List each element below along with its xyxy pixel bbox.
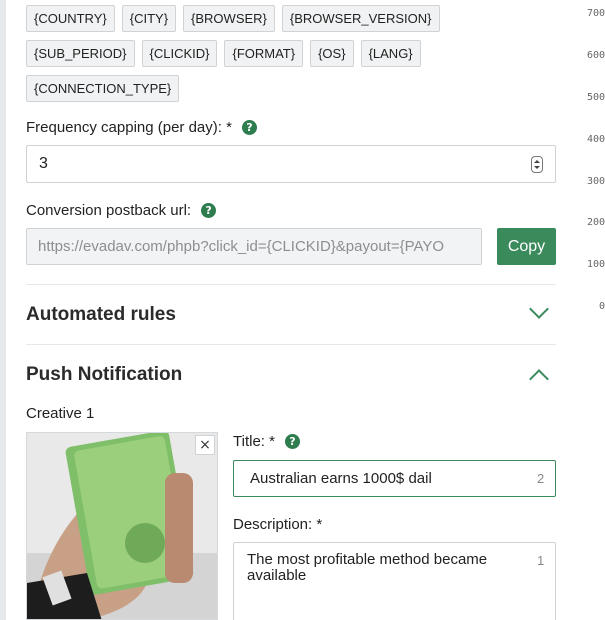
chart-axis-panel: 700 600 500 400 300 200 100 0 — [569, 0, 605, 620]
macro-row: {COUNTRY} {CITY} {BROWSER} {BROWSER_VERSION… — [26, 5, 546, 32]
frequency-capping-label: Frequency capping (per day): * ? — [26, 119, 257, 136]
macro-tags: {COUNTRY} {CITY} {BROWSER} {BROWSER_VERSION… — [26, 5, 546, 110]
automated-rules-header[interactable]: Automated rules — [26, 304, 176, 326]
macro-tag[interactable]: {OS} — [310, 40, 354, 67]
title-label: Title: * ? — [233, 433, 300, 450]
macro-tag[interactable]: {LANG} — [360, 40, 421, 67]
macro-tag[interactable]: {FORMAT} — [224, 40, 304, 67]
title-label-text: Title: * — [233, 433, 275, 450]
creative-label: Creative 1 — [26, 405, 95, 422]
description-label: Description: * — [233, 516, 322, 533]
divider — [26, 344, 556, 345]
y-tick-label: 500 — [587, 92, 605, 103]
copy-button[interactable]: Copy — [497, 228, 556, 265]
macro-tag[interactable]: {CITY} — [121, 5, 177, 32]
macro-tag[interactable]: {COUNTRY} — [26, 5, 115, 32]
help-icon[interactable]: ? — [284, 434, 300, 449]
description-value: The most profitable method became availa… — [247, 551, 488, 584]
y-tick-label: 700 — [587, 8, 605, 19]
y-tick-label: 200 — [587, 217, 605, 228]
description-label-text: Description: * — [233, 516, 323, 533]
frequency-capping-value: 3 — [39, 155, 48, 172]
frequency-capping-label-text: Frequency capping (per day): * — [26, 119, 232, 136]
macro-tag[interactable]: {BROWSER_VERSION} — [281, 5, 440, 32]
close-icon[interactable]: × — [195, 435, 215, 455]
macro-tag[interactable]: {BROWSER} — [183, 5, 275, 32]
number-stepper-icon[interactable] — [531, 156, 543, 173]
macro-tag[interactable]: {SUB_PERIOD} — [26, 40, 135, 67]
macro-row: {CONNECTION_TYPE} — [26, 75, 546, 102]
divider — [26, 284, 556, 285]
y-tick-label: 600 — [587, 50, 605, 61]
push-notification-header[interactable]: Push Notification — [26, 364, 182, 386]
frequency-capping-input[interactable]: 3 — [26, 145, 556, 183]
y-tick-label: 300 — [587, 176, 605, 187]
description-char-counter: 1 — [537, 553, 545, 568]
title-char-counter: 2 — [537, 471, 545, 486]
y-tick-label: 400 — [587, 134, 605, 145]
postback-url-label: Conversion postback url: ? — [26, 202, 217, 219]
macro-tag[interactable]: {CONNECTION_TYPE} — [26, 75, 180, 102]
creative-image — [26, 432, 218, 620]
title-input-value: Australian earns 1000$ dail — [250, 470, 432, 487]
y-tick-label: 0 — [599, 301, 605, 312]
macro-tag[interactable]: {CLICKID} — [141, 40, 218, 67]
postback-url-field[interactable]: https://evadav.com/phpb?click_id={CLICKI… — [26, 228, 482, 265]
title-input[interactable]: Australian earns 1000$ dail — [233, 460, 556, 497]
macro-row: {SUB_PERIOD} {CLICKID} {FORMAT} {OS} {LANG} — [26, 40, 546, 67]
y-tick-label: 100 — [587, 259, 605, 270]
postback-url-label-text: Conversion postback url: — [26, 202, 192, 219]
description-textarea[interactable]: The most profitable method became availa… — [233, 542, 556, 620]
help-icon[interactable]: ? — [241, 120, 257, 135]
help-icon[interactable]: ? — [201, 203, 217, 218]
